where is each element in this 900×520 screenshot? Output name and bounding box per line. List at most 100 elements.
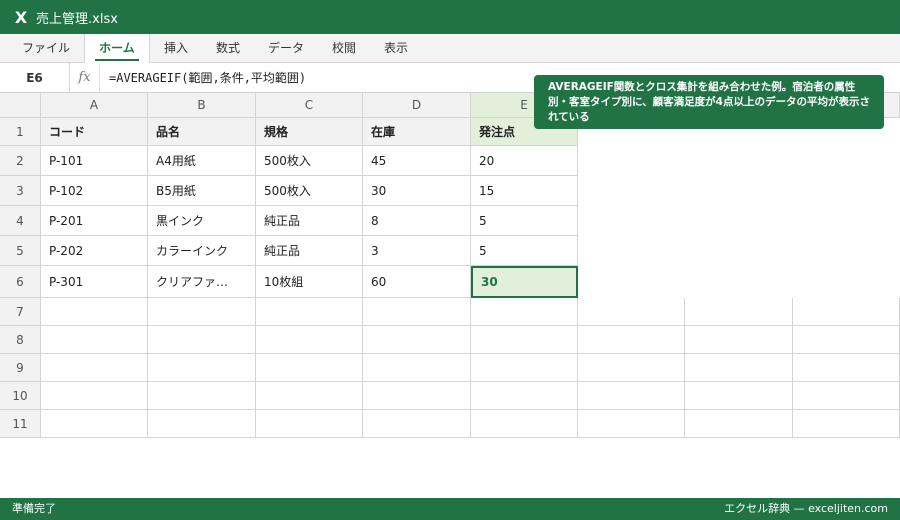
table-header-cell[interactable]: 品名 (148, 118, 256, 146)
empty-cell[interactable] (363, 410, 471, 438)
tab-file[interactable]: ファイル (8, 34, 84, 63)
table-cell[interactable]: 5 (471, 206, 578, 236)
empty-cell[interactable] (471, 354, 578, 382)
table-cell[interactable]: 黒インク (148, 206, 256, 236)
table-header-cell[interactable]: 在庫 (363, 118, 471, 146)
table-cell[interactable]: A4用紙 (148, 146, 256, 176)
table-cell[interactable]: 20 (471, 146, 578, 176)
table-cell[interactable]: カラーインク (148, 236, 256, 266)
empty-cell[interactable] (148, 382, 256, 410)
table-cell[interactable]: 500枚入 (256, 176, 363, 206)
empty-cell[interactable] (578, 410, 685, 438)
empty-cell[interactable] (578, 326, 685, 354)
table-cell[interactable]: 純正品 (256, 236, 363, 266)
site-credit: エクセル辞典 — exceljiten.com (724, 502, 888, 515)
table-cell[interactable]: 純正品 (256, 206, 363, 236)
ribbon-tabs: ファイル ホーム 挿入 数式 データ 校閲 表示 (0, 34, 900, 64)
empty-cell[interactable] (256, 382, 363, 410)
table-cell[interactable]: P-201 (41, 206, 148, 236)
empty-cell[interactable] (148, 326, 256, 354)
row-header[interactable]: 2 (0, 146, 41, 176)
table-cell[interactable]: 10枚組 (256, 266, 363, 298)
row-header[interactable]: 7 (0, 298, 41, 326)
table-header-cell[interactable]: 規格 (256, 118, 363, 146)
column-header[interactable]: D (363, 93, 471, 118)
empty-cell[interactable] (363, 298, 471, 326)
empty-cell[interactable] (41, 326, 148, 354)
empty-cell[interactable] (41, 354, 148, 382)
column-header[interactable]: B (148, 93, 256, 118)
empty-cell[interactable] (363, 326, 471, 354)
row-header[interactable]: 9 (0, 354, 41, 382)
empty-cell[interactable] (685, 382, 793, 410)
tab-view[interactable]: 表示 (370, 34, 422, 63)
tab-data[interactable]: データ (254, 34, 318, 63)
empty-cell[interactable] (41, 298, 148, 326)
table-cell[interactable]: 60 (363, 266, 471, 298)
table-cell[interactable]: 500枚入 (256, 146, 363, 176)
row-header[interactable]: 8 (0, 326, 41, 354)
table-cell[interactable]: 45 (363, 146, 471, 176)
table-cell[interactable]: P-301 (41, 266, 148, 298)
empty-cell[interactable] (685, 410, 793, 438)
row-header[interactable]: 11 (0, 410, 41, 438)
empty-cell[interactable] (363, 382, 471, 410)
empty-cell[interactable] (256, 354, 363, 382)
table-cell[interactable]: 30 (363, 176, 471, 206)
table-cell[interactable]: 8 (363, 206, 471, 236)
empty-cell[interactable] (41, 410, 148, 438)
title-bar: X 売上管理.xlsx (0, 0, 900, 34)
row-header[interactable]: 3 (0, 176, 41, 206)
table-cell[interactable]: B5用紙 (148, 176, 256, 206)
empty-cell[interactable] (363, 354, 471, 382)
table-cell[interactable]: P-101 (41, 146, 148, 176)
table-header-cell[interactable]: コード (41, 118, 148, 146)
empty-cell[interactable] (578, 298, 685, 326)
table-cell[interactable]: 3 (363, 236, 471, 266)
table-cell[interactable]: P-202 (41, 236, 148, 266)
fx-icon[interactable]: fx (70, 63, 100, 93)
empty-cell[interactable] (685, 298, 793, 326)
formula-input[interactable]: =AVERAGEIF(範囲,条件,平均範囲) (109, 63, 306, 93)
empty-cell[interactable] (256, 326, 363, 354)
tab-review[interactable]: 校閲 (318, 34, 370, 63)
row-header[interactable]: 5 (0, 236, 41, 266)
empty-cell[interactable] (148, 298, 256, 326)
empty-cell[interactable] (148, 354, 256, 382)
empty-cell[interactable] (471, 410, 578, 438)
row-header[interactable]: 6 (0, 266, 41, 298)
empty-cell[interactable] (471, 326, 578, 354)
empty-cell[interactable] (685, 326, 793, 354)
empty-cell[interactable] (471, 298, 578, 326)
column-header[interactable]: C (256, 93, 363, 118)
column-header[interactable]: A (41, 93, 148, 118)
empty-cell[interactable] (256, 410, 363, 438)
empty-cell[interactable] (256, 298, 363, 326)
empty-cell[interactable] (793, 354, 900, 382)
row-header[interactable]: 1 (0, 118, 41, 146)
excel-app-icon: X (14, 7, 28, 27)
table-cell[interactable]: P-102 (41, 176, 148, 206)
empty-cell[interactable] (578, 382, 685, 410)
table-cell[interactable]: クリアファ… (148, 266, 256, 298)
empty-cell[interactable] (793, 410, 900, 438)
empty-cell[interactable] (793, 382, 900, 410)
tab-insert[interactable]: 挿入 (150, 34, 202, 63)
row-header[interactable]: 4 (0, 206, 41, 236)
empty-cell[interactable] (148, 410, 256, 438)
empty-cell[interactable] (685, 354, 793, 382)
selected-cell[interactable]: 30 (471, 266, 578, 298)
empty-cell[interactable] (793, 326, 900, 354)
table-cell[interactable]: 5 (471, 236, 578, 266)
table-cell[interactable]: 15 (471, 176, 578, 206)
empty-cell[interactable] (471, 382, 578, 410)
excel-window: X 売上管理.xlsx ファイル ホーム 挿入 数式 データ 校閲 表示 E6 … (0, 0, 900, 520)
tab-home[interactable]: ホーム (84, 34, 150, 64)
row-header[interactable]: 10 (0, 382, 41, 410)
tab-formulas[interactable]: 数式 (202, 34, 254, 63)
empty-cell[interactable] (578, 354, 685, 382)
name-box[interactable]: E6 (0, 63, 70, 93)
empty-cell[interactable] (41, 382, 148, 410)
select-all-corner[interactable] (0, 93, 41, 118)
empty-cell[interactable] (793, 298, 900, 326)
